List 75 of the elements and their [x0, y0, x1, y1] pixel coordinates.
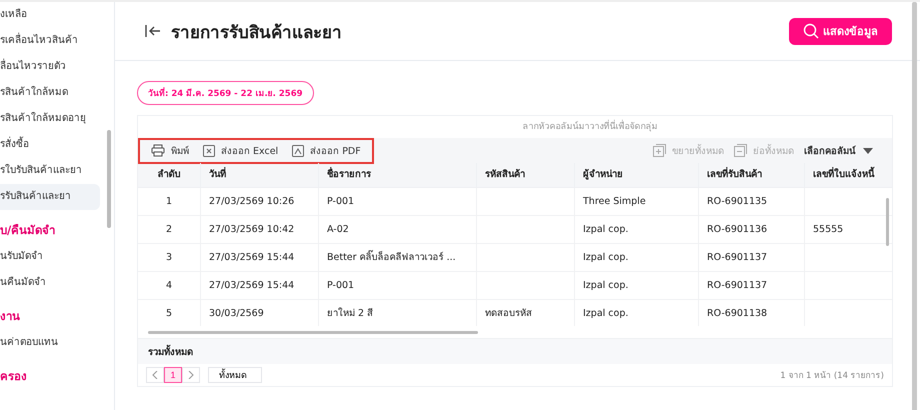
next-page-button[interactable]: [182, 367, 200, 383]
date-range-chip[interactable]: วันที่: 24 มี.ค. 2569 - 22 เม.ย. 2569: [137, 81, 314, 105]
sidebar-item[interactable]: นค่าตอบแทน: [0, 330, 100, 356]
table-cell: 55555: [813, 224, 844, 235]
table-cell: A-02: [327, 224, 349, 235]
sidebar-item[interactable]: รสินค้าใกล้หมดอายุ: [0, 106, 100, 132]
table-cell: Izpal cop.: [583, 308, 628, 319]
table-cell: RO-6901135: [707, 196, 768, 207]
scrollbar-thumb[interactable]: [148, 330, 478, 334]
pdf-file-icon: [292, 144, 304, 156]
table-cell: 3: [166, 252, 172, 263]
column-header[interactable]: ผู้จำหน่าย: [574, 163, 698, 187]
column-header[interactable]: รหัสสินค้า: [476, 163, 574, 187]
excel-button[interactable]: ส่งออก Excel: [198, 143, 284, 158]
column-header[interactable]: เลขที่ใบแจ้งหนี้: [804, 163, 882, 187]
table-cell: Better คลิ๊บล็อคลีฟลาวเวอร์ ...: [327, 252, 456, 263]
column-header[interactable]: ชื่อรายการ: [318, 163, 476, 187]
column-chooser-button[interactable]: เลือกคอลัมน์: [799, 143, 878, 158]
sidebar-item[interactable]: รสินค้าใกล้หมด: [0, 80, 100, 106]
collapse-arrow-icon[interactable]: [145, 24, 161, 38]
sidebar-item[interactable]: รรับสินค้าและยา: [0, 184, 100, 210]
page-size-select[interactable]: ทั้งหมด: [208, 367, 262, 383]
scrollbar-thumb[interactable]: [912, 2, 917, 410]
sidebar-item[interactable]: นรับมัดจำ: [0, 244, 100, 270]
page-summary: 1 จาก 1 หน้า (14 รายการ): [780, 370, 884, 382]
table-cell: P-001: [327, 196, 354, 207]
table-cell: 2: [166, 224, 172, 235]
table-cell: 30/03/2569: [209, 308, 264, 319]
table-cell: ยาใหม่ 2 สี: [327, 308, 374, 319]
chevron-left-icon: [152, 371, 158, 379]
search-icon: [803, 23, 819, 39]
minus-square-icon: [734, 144, 747, 157]
sidebar-item[interactable]: งเหลือ: [0, 2, 100, 28]
sidebar-item[interactable]: รใบรับสินค้าและยา: [0, 158, 100, 184]
sidebar-item[interactable]: ลื่อนไหวรายตัว: [0, 54, 100, 80]
pdf-button[interactable]: ส่งออก PDF: [287, 143, 366, 158]
sidebar-section-title: งาน: [0, 308, 21, 325]
table-cell: 1: [166, 196, 172, 207]
table-cell: 27/03/2569 15:44: [209, 280, 294, 291]
table-cell: RO-6901137: [707, 252, 768, 263]
table-cell: RO-6901136: [707, 224, 768, 235]
table-cell: 4: [166, 280, 172, 291]
spreadsheet-file-icon: [203, 144, 215, 156]
table-cell: RO-6901138: [707, 308, 768, 319]
table-cell: 27/03/2569 10:42: [209, 224, 294, 235]
table-cell: P-001: [327, 280, 354, 291]
table-cell: Three Simple: [583, 196, 646, 207]
column-header[interactable]: เลขที่รับสินค้า: [698, 163, 804, 187]
show-data-button[interactable]: แสดงข้อมูล: [789, 18, 892, 44]
print-button[interactable]: พิมพ์: [146, 143, 194, 158]
table-cell: 5: [166, 308, 172, 319]
sidebar-item[interactable]: รเคลื่อนไหวสินค้า: [0, 28, 100, 54]
sidebar-section-title: ครอง: [0, 368, 28, 385]
total-label: รวมทั้งหมด: [148, 344, 193, 359]
sidebar-item[interactable]: รสั่งซื้อ: [0, 132, 100, 158]
table-cell: 27/03/2569 10:26: [209, 196, 294, 207]
group-hint: ลากหัวคอลัมน์มาวางที่นี่เพื่อจัดกลุ่ม: [138, 116, 892, 138]
table-cell: Izpal cop.: [583, 224, 628, 235]
chevron-right-icon: [188, 371, 194, 379]
table-cell: 27/03/2569 15:44: [209, 252, 294, 263]
column-header[interactable]: ลำดับ: [138, 163, 200, 187]
sidebar-section-title: บ/คืนมัดจำ: [0, 222, 56, 239]
scrollbar-thumb[interactable]: [886, 198, 889, 246]
printer-icon: [151, 144, 165, 157]
table-cell: Izpal cop.: [583, 252, 628, 263]
sidebar-item[interactable]: นคืนมัดจำ: [0, 270, 100, 296]
caret-down-icon: [863, 148, 873, 154]
page-title: รายการรับสินค้าและยา: [171, 22, 343, 44]
table-cell: ทดสอบรหัส: [485, 308, 532, 319]
column-header[interactable]: วันที่: [200, 163, 318, 187]
table-cell: Izpal cop.: [583, 280, 628, 291]
plus-square-icon: [653, 144, 666, 157]
previous-page-button[interactable]: [146, 367, 164, 383]
table-cell: RO-6901137: [707, 280, 768, 291]
scrollbar-thumb[interactable]: [107, 130, 111, 228]
